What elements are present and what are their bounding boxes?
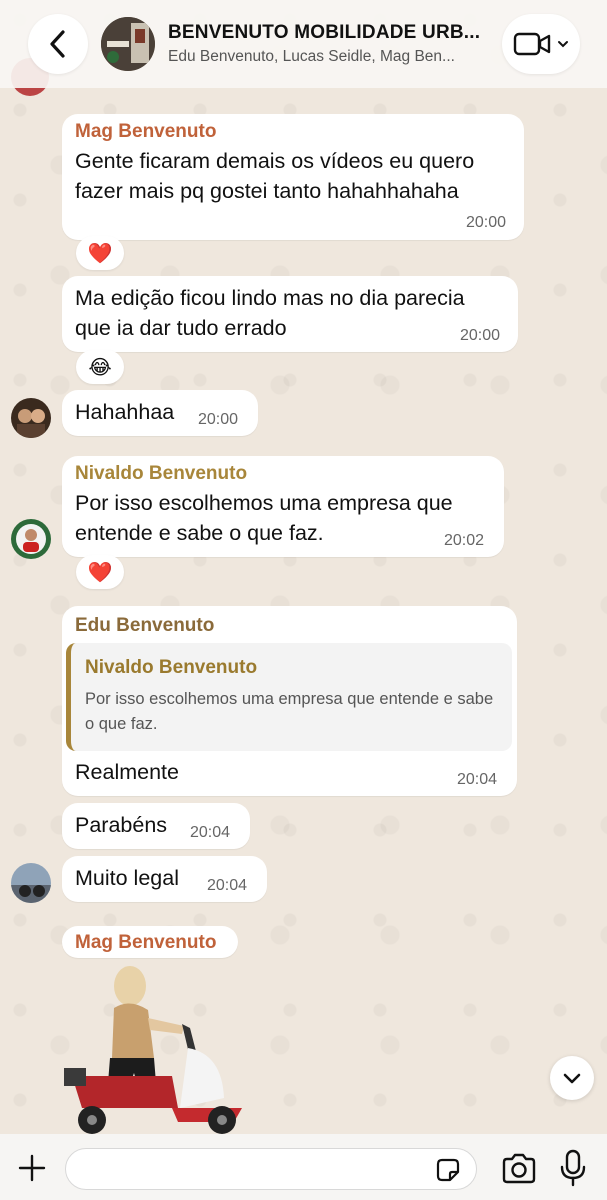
- message-time: 20:02: [444, 532, 485, 549]
- reaction-badge[interactable]: 😂: [76, 350, 124, 384]
- message-bubble[interactable]: Muito legal 20:04: [62, 856, 267, 902]
- message-text: Parabéns: [75, 813, 168, 837]
- message-time: 20:04: [457, 771, 498, 788]
- reaction-badge[interactable]: ❤️: [76, 555, 124, 589]
- message-time: 20:00: [460, 327, 501, 344]
- message-text: Por isso escolhemos uma empresa que ente…: [75, 488, 495, 548]
- avatar[interactable]: [11, 398, 51, 438]
- sender-name: Mag Benvenuto: [75, 932, 217, 953]
- quoted-sender: Nivaldo Benvenuto: [85, 657, 258, 678]
- attach-button[interactable]: [12, 1148, 52, 1188]
- sender-name: Nivaldo Benvenuto: [75, 463, 248, 484]
- microphone-icon: [560, 1149, 586, 1187]
- laughing-emoji-icon: 😂: [88, 356, 112, 379]
- plus-icon: [18, 1154, 46, 1182]
- reaction-badge[interactable]: ❤️: [76, 236, 124, 270]
- message-time: 20:00: [466, 214, 507, 231]
- sender-name: Mag Benvenuto: [75, 121, 217, 142]
- message-bubble[interactable]: Hahahhaa 20:00: [62, 390, 258, 436]
- message-time: 20:00: [198, 411, 239, 428]
- scroll-to-bottom-button[interactable]: [550, 1056, 594, 1100]
- microphone-button[interactable]: [558, 1149, 588, 1187]
- composer-bar: [0, 1134, 607, 1200]
- heart-icon: ❤️: [87, 242, 113, 265]
- message-line: fazer mais pq gostei tanto hahahhahaha: [75, 179, 459, 203]
- sticker-image[interactable]: [62, 958, 252, 1136]
- camera-icon: [502, 1153, 536, 1184]
- group-avatar[interactable]: [101, 17, 155, 71]
- video-camera-icon: [513, 32, 551, 56]
- chat-header: BENVENUTO MOBILIDADE URB... Edu Benvenut…: [0, 0, 607, 88]
- quoted-text: Por isso escolhemos uma empresa que ente…: [85, 690, 494, 733]
- message-line: Por isso escolhemos uma empresa que: [75, 491, 453, 515]
- scooter-sticker: [64, 966, 242, 1134]
- message-text: Ma edição ficou lindo mas no dia parecia…: [75, 283, 515, 343]
- message-input[interactable]: [65, 1148, 477, 1190]
- heart-icon: ❤️: [87, 561, 113, 584]
- camera-button[interactable]: [500, 1152, 538, 1186]
- message-bubble[interactable]: Nivaldo Benvenuto Por isso escolhemos um…: [62, 456, 504, 557]
- message-bubble[interactable]: Ma edição ficou lindo mas no dia parecia…: [62, 276, 518, 352]
- back-button[interactable]: [28, 14, 88, 74]
- group-members[interactable]: Edu Benvenuto, Lucas Seidle, Mag Ben...: [168, 48, 488, 66]
- message-line: que ia dar tudo errado: [75, 316, 287, 340]
- avatar[interactable]: [11, 519, 51, 559]
- quoted-message[interactable]: Nivaldo Benvenuto Por isso escolhemos um…: [66, 643, 512, 751]
- message-line: entende e sabe o que faz.: [75, 521, 324, 545]
- video-call-button[interactable]: [502, 14, 580, 74]
- message-line: Gente ficaram demais os vídeos eu quero: [75, 149, 475, 173]
- sender-name: Edu Benvenuto: [75, 615, 215, 636]
- chevron-down-icon: [558, 41, 568, 48]
- message-text: Gente ficaram demais os vídeos eu quero …: [75, 146, 515, 206]
- chevron-down-icon: [563, 1073, 581, 1084]
- message-bubble[interactable]: Parabéns 20:04: [62, 803, 250, 849]
- message-text: Muito legal: [75, 866, 179, 890]
- message-time: 20:04: [190, 824, 231, 841]
- group-title[interactable]: BENVENUTO MOBILIDADE URB...: [168, 22, 488, 44]
- message-text: Realmente: [75, 760, 179, 784]
- message-line: Ma edição ficou lindo mas no dia parecia: [75, 286, 465, 310]
- avatar[interactable]: [11, 863, 51, 903]
- message-text: Hahahhaa: [75, 400, 175, 424]
- message-time: 20:04: [207, 877, 248, 894]
- sticker-button[interactable]: [434, 1156, 462, 1184]
- sticker-icon: [436, 1158, 460, 1182]
- message-bubble[interactable]: Mag Benvenuto Gente ficaram demais os ví…: [62, 114, 524, 240]
- chevron-left-icon: [50, 30, 65, 58]
- message-bubble[interactable]: Mag Benvenuto: [62, 926, 238, 958]
